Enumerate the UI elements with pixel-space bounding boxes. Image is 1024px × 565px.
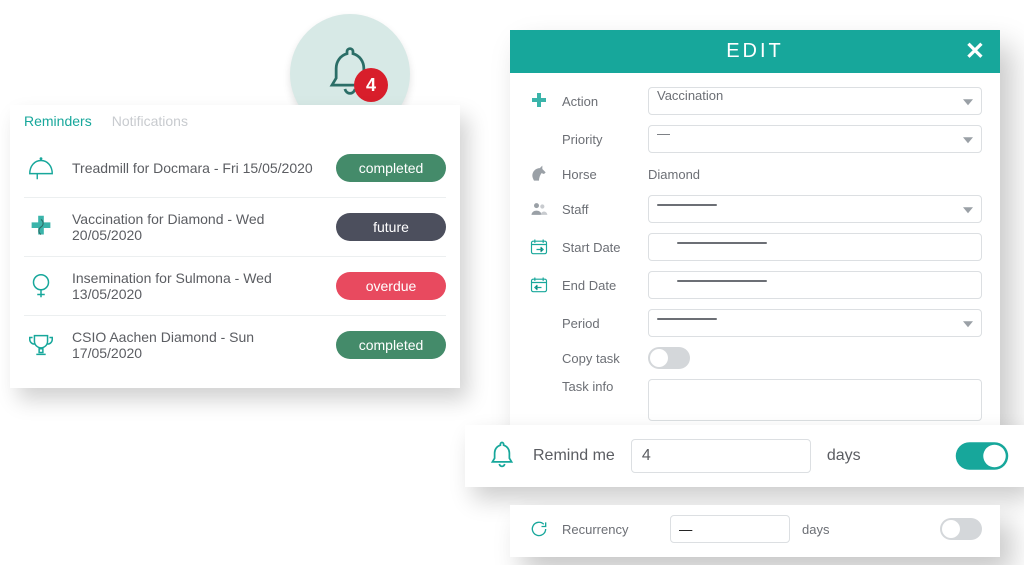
row-taskinfo: Task info bbox=[528, 379, 982, 421]
fertility-icon bbox=[24, 269, 58, 303]
label-staff: Staff bbox=[562, 202, 636, 217]
row-copytask: Copy task bbox=[528, 347, 982, 369]
edit-header: EDIT ✕ bbox=[510, 30, 1000, 73]
label-days: days bbox=[827, 447, 861, 465]
reminder-text: CSIO Aachen Diamond - Sun 17/05/2020 bbox=[72, 329, 322, 361]
horse-icon bbox=[528, 163, 550, 185]
calendar-end-icon bbox=[528, 274, 550, 296]
refresh-icon bbox=[528, 518, 550, 540]
period-select[interactable] bbox=[648, 309, 982, 337]
reminder-row-1[interactable]: Vaccination for Diamond - Wed 20/05/2020… bbox=[24, 198, 446, 257]
bell-outline-icon bbox=[487, 440, 517, 472]
medical-icon bbox=[24, 210, 58, 244]
row-startdate: Start Date bbox=[528, 233, 982, 261]
label-recurrency: Recurrency bbox=[562, 522, 658, 537]
copytask-toggle[interactable] bbox=[648, 347, 690, 369]
horse-value: Diamond bbox=[648, 167, 982, 182]
label-copytask: Copy task bbox=[562, 351, 636, 366]
reminder-text: Treadmill for Docmara - Fri 15/05/2020 bbox=[72, 160, 322, 176]
reminder-text: Vaccination for Diamond - Wed 20/05/2020 bbox=[72, 211, 322, 243]
enddate-input[interactable] bbox=[648, 271, 982, 299]
label-days: days bbox=[802, 522, 829, 537]
tabs-bar: Reminders Notifications bbox=[24, 113, 446, 129]
label-startdate: Start Date bbox=[562, 240, 636, 255]
tab-notifications[interactable]: Notifications bbox=[112, 113, 188, 129]
notification-count: 4 bbox=[354, 68, 388, 102]
row-horse: Horse Diamond bbox=[528, 163, 982, 185]
action-select[interactable]: Vaccination bbox=[648, 87, 982, 115]
startdate-input[interactable] bbox=[648, 233, 982, 261]
label-enddate: End Date bbox=[562, 278, 636, 293]
recurrency-toggle[interactable] bbox=[940, 518, 982, 540]
row-period: Period bbox=[528, 309, 982, 337]
priority-select[interactable]: — bbox=[648, 125, 982, 153]
reminder-text: Insemination for Sulmona - Wed 13/05/202… bbox=[72, 270, 322, 302]
calendar-start-icon bbox=[528, 236, 550, 258]
remindme-toggle[interactable] bbox=[956, 442, 1009, 470]
status-pill-future: future bbox=[336, 213, 446, 241]
medical-cross-icon bbox=[528, 90, 550, 112]
edit-panel: EDIT ✕ Action Vaccination Priority — Hor… bbox=[510, 30, 1000, 439]
reminder-row-2[interactable]: Insemination for Sulmona - Wed 13/05/202… bbox=[24, 257, 446, 316]
close-icon[interactable]: ✕ bbox=[965, 40, 988, 64]
tab-reminders[interactable]: Reminders bbox=[24, 113, 92, 129]
label-horse: Horse bbox=[562, 167, 636, 182]
reminder-row-3[interactable]: CSIO Aachen Diamond - Sun 17/05/2020 com… bbox=[24, 316, 446, 374]
row-enddate: End Date bbox=[528, 271, 982, 299]
reminder-row-0[interactable]: Treadmill for Docmara - Fri 15/05/2020 c… bbox=[24, 139, 446, 198]
label-taskinfo: Task info bbox=[562, 379, 636, 394]
label-action: Action bbox=[562, 94, 636, 109]
recurrency-input[interactable] bbox=[670, 515, 790, 543]
status-pill-completed: completed bbox=[336, 331, 446, 359]
edit-title: EDIT bbox=[726, 40, 784, 62]
status-pill-overdue: overdue bbox=[336, 272, 446, 300]
row-priority: Priority — bbox=[528, 125, 982, 153]
staff-icon bbox=[528, 198, 550, 220]
remind-me-row: Remind me days bbox=[465, 425, 1024, 487]
taskinfo-textarea[interactable] bbox=[648, 379, 982, 421]
status-pill-completed: completed bbox=[336, 154, 446, 182]
remindme-input[interactable] bbox=[631, 439, 811, 473]
row-action: Action Vaccination bbox=[528, 87, 982, 115]
row-staff: Staff bbox=[528, 195, 982, 223]
label-priority: Priority bbox=[562, 132, 636, 147]
reminders-panel: Reminders Notifications Treadmill for Do… bbox=[10, 105, 460, 388]
edit-form: Action Vaccination Priority — Horse Diam… bbox=[510, 73, 1000, 439]
label-period: Period bbox=[562, 316, 636, 331]
label-remindme: Remind me bbox=[533, 447, 615, 465]
helmet-icon bbox=[24, 151, 58, 185]
staff-select[interactable] bbox=[648, 195, 982, 223]
recurrency-row: Recurrency days bbox=[510, 505, 1000, 557]
trophy-icon bbox=[24, 328, 58, 362]
